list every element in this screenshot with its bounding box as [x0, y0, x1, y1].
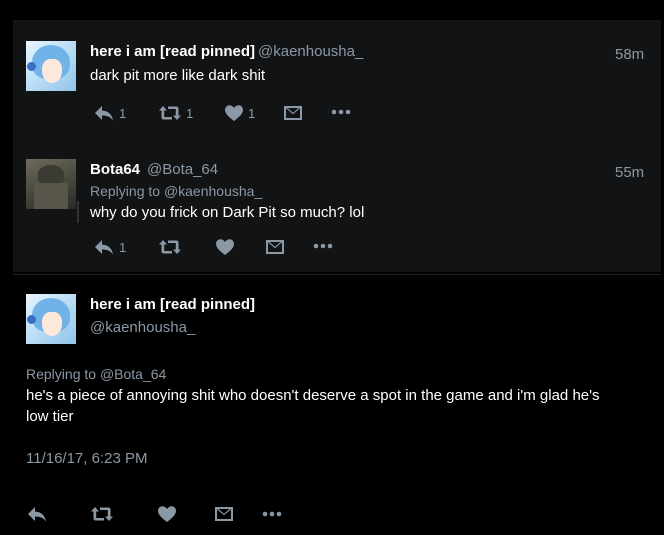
tweet2-retweet-button[interactable] [158, 238, 182, 256]
tweet1-retweet-button[interactable]: 1 [158, 104, 193, 122]
main-tweet-handle[interactable]: @kaenhousha_ [90, 319, 195, 337]
tweet2-text: why do you frick on Dark Pit so much? lo… [90, 204, 365, 221]
divider [13, 274, 661, 275]
more-icon [262, 511, 282, 517]
main-tweet-text-line2: low tier [26, 408, 74, 425]
replying-to-link[interactable]: @kaenhousha_ [164, 183, 262, 199]
main-reply-button[interactable] [26, 505, 48, 523]
reply-icon [93, 104, 115, 122]
avatar[interactable] [26, 41, 76, 91]
more-icon [331, 109, 351, 115]
main-tweet-replying-to: Replying to @Bota_64 [26, 365, 166, 383]
retweet-icon [90, 505, 114, 523]
tweet2-dm-button[interactable] [265, 239, 285, 255]
main-tweet-name[interactable]: here i am [read pinned] [90, 296, 255, 314]
like-count: 1 [248, 105, 256, 121]
reply-icon [26, 505, 48, 523]
replying-prefix: Replying to [90, 183, 161, 199]
tweet2-more-button[interactable] [313, 243, 333, 249]
thread-connector [77, 201, 79, 223]
heart-icon [215, 238, 235, 256]
retweet-icon [158, 238, 182, 256]
main-like-button[interactable] [157, 505, 177, 523]
tweet1-name[interactable]: here i am [read pinned] [90, 43, 255, 61]
envelope-icon [265, 239, 285, 255]
main-more-button[interactable] [262, 511, 282, 517]
reply-icon [93, 238, 115, 256]
tweet2-name[interactable]: Bota64 [90, 161, 140, 179]
tweet1-reply-button[interactable]: 1 [93, 104, 126, 122]
retweet-count: 1 [186, 105, 194, 121]
more-icon [313, 243, 333, 249]
tweet1-time[interactable]: 58m [615, 46, 644, 64]
envelope-icon [214, 506, 234, 522]
tweet2-replying-to: Replying to @kaenhousha_ [90, 182, 262, 200]
main-tweet-text-line1: he's a piece of annoying shit who doesn'… [26, 387, 600, 404]
tweet1-more-button[interactable] [331, 109, 351, 115]
reply-count: 1 [119, 239, 127, 255]
avatar[interactable] [26, 294, 76, 344]
main-dm-button[interactable] [214, 506, 234, 522]
tweet2-like-button[interactable] [215, 238, 235, 256]
main-retweet-button[interactable] [90, 505, 114, 523]
tweet1-handle[interactable]: @kaenhousha_ [258, 43, 363, 61]
main-tweet-timestamp[interactable]: 11/16/17, 6:23 PM [26, 450, 147, 468]
tweet1-dm-button[interactable] [283, 105, 303, 121]
heart-icon [157, 505, 177, 523]
tweet1-text: dark pit more like dark shit [90, 67, 266, 84]
replying-to-link[interactable]: @Bota_64 [100, 366, 166, 382]
tweet2-time[interactable]: 55m [615, 164, 644, 182]
heart-icon [224, 104, 244, 122]
reply-count: 1 [119, 105, 127, 121]
retweet-icon [158, 104, 182, 122]
avatar[interactable] [26, 159, 76, 209]
tweet2-handle[interactable]: @Bota_64 [147, 161, 218, 179]
envelope-icon [283, 105, 303, 121]
tweet1-like-button[interactable]: 1 [224, 104, 255, 122]
replying-prefix: Replying to [26, 366, 97, 382]
tweet2-reply-button[interactable]: 1 [93, 238, 126, 256]
